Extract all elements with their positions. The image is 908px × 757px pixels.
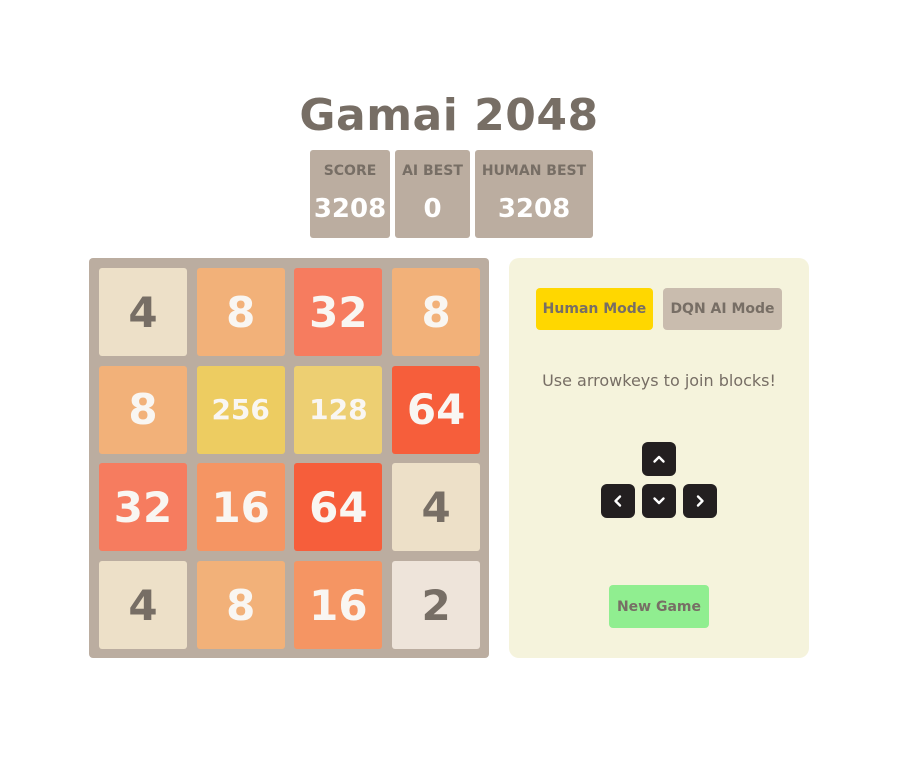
tile: 64	[392, 365, 481, 454]
chevron-down-icon	[653, 497, 665, 505]
human-mode-button[interactable]: Human Mode	[536, 288, 653, 330]
chevron-up-icon	[653, 455, 665, 463]
game-page: Gamai 2048 SCORE 3208 AI BEST 0 HUMAN BE…	[0, 0, 908, 757]
arrow-up-key[interactable]	[642, 442, 676, 476]
dqn-ai-mode-button[interactable]: DQN AI Mode	[663, 288, 782, 330]
arrow-right-key[interactable]	[683, 484, 717, 518]
ai-best-box: AI BEST 0	[395, 150, 470, 238]
human-best-label: HUMAN BEST	[481, 163, 587, 179]
chevron-right-icon	[696, 495, 704, 507]
new-game-button[interactable]: New Game	[609, 585, 709, 628]
chevron-left-icon	[614, 495, 622, 507]
score-label: SCORE	[323, 163, 377, 179]
tile: 32	[294, 268, 383, 356]
arrow-down-key[interactable]	[642, 484, 676, 518]
tile: 8	[196, 561, 285, 650]
human-best-value: 3208	[497, 194, 571, 224]
control-panel: Human Mode DQN AI Mode Use arrowkeys to …	[509, 258, 809, 658]
tile: 16	[294, 561, 383, 650]
ai-best-value: 0	[423, 194, 442, 224]
tile: 8	[392, 268, 481, 356]
ai-best-label: AI BEST	[402, 163, 463, 179]
tile: 16	[196, 463, 285, 552]
tile: 4	[392, 463, 481, 552]
tile: 256	[196, 365, 285, 454]
arrow-left-key[interactable]	[601, 484, 635, 518]
tile: 32	[99, 463, 187, 552]
tile: 8	[99, 365, 187, 454]
page-title: Gamai 2048	[299, 90, 599, 141]
human-best-box: HUMAN BEST 3208	[475, 150, 593, 238]
score-value: 3208	[313, 194, 387, 224]
game-board[interactable]: 4 8 32 8 8 256 128 64 32 16 64 4 4 8 16 2	[89, 258, 489, 658]
instructions-text: Use arrowkeys to join blocks!	[542, 371, 776, 390]
tile: 2	[392, 561, 481, 650]
tile: 4	[99, 561, 187, 650]
tile: 8	[196, 268, 285, 356]
tile: 64	[294, 463, 383, 552]
score-box: SCORE 3208	[310, 150, 390, 238]
tile: 128	[294, 365, 383, 454]
tile: 4	[99, 268, 187, 356]
